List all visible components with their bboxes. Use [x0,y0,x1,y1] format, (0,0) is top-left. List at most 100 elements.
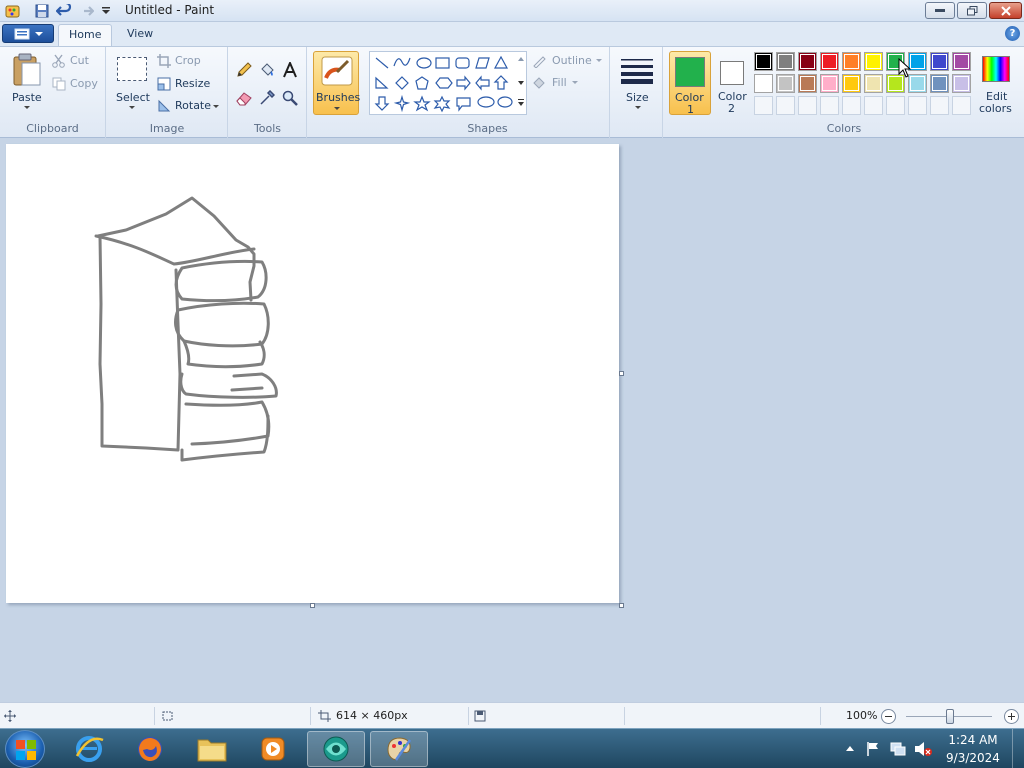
show-hidden-icons-icon[interactable] [846,745,854,751]
restore-button[interactable] [957,2,987,19]
magnifier-tool[interactable] [279,87,301,109]
polygon-shape [475,57,490,69]
resize-handle-right[interactable] [619,371,624,376]
custom-color-slot[interactable] [842,96,861,115]
custom-color-slot[interactable] [776,96,795,115]
start-button[interactable] [5,730,45,768]
file-explorer-taskbar-button[interactable] [183,731,241,767]
shapes-scroll[interactable] [516,53,526,113]
internet-explorer-taskbar-button[interactable] [60,731,118,767]
status-bar: 614 × 460px 100% [0,702,1024,728]
text-tool[interactable] [279,59,301,81]
canvas-size-icon [318,710,331,722]
custom-color-slot[interactable] [864,96,883,115]
ribbon-tabs: Home View ? [0,22,1024,46]
size-button[interactable]: Size [616,51,658,115]
action-center-flag-icon[interactable] [866,741,880,757]
tab-view[interactable]: View [117,24,163,46]
color-swatch[interactable] [798,74,817,93]
clock-time[interactable]: 1:24 AM [940,733,1006,747]
paint-taskbar-button[interactable] [370,731,428,767]
rotate-button[interactable]: Rotate [157,98,223,116]
zoom-in-button[interactable] [1004,709,1019,724]
paint-app-icon[interactable] [4,3,20,19]
minimize-button[interactable] [925,2,955,19]
crop-label: Crop [175,54,201,67]
color-swatch[interactable] [776,74,795,93]
drawing-canvas[interactable] [6,144,619,603]
show-desktop-button[interactable] [1012,729,1024,768]
paint-menu-button[interactable] [2,24,54,43]
drawing-strokes [94,196,278,462]
color-swatch[interactable] [776,52,795,71]
color-swatch[interactable] [930,52,949,71]
paste-label: Paste [12,91,42,104]
windows-logo-icon [16,740,36,760]
help-icon[interactable]: ? [1005,26,1020,41]
eraser-tool[interactable] [233,87,255,109]
select-icon [117,57,147,81]
save-icon[interactable] [34,3,50,19]
custom-color-slot[interactable] [886,96,905,115]
active-app-taskbar-button[interactable] [307,731,365,767]
copy-button[interactable]: Copy [52,76,102,94]
app-icon [323,736,349,762]
custom-color-slot[interactable] [820,96,839,115]
resize-handle-corner[interactable] [619,603,624,608]
color-swatch[interactable] [754,52,773,71]
media-player-taskbar-button[interactable] [244,731,302,767]
chevron-down-icon [596,59,602,62]
size-label: Size [626,91,649,104]
edit-colors-button[interactable]: Edit colors [976,51,1020,115]
custom-color-slot[interactable] [754,96,773,115]
color-swatch[interactable] [930,74,949,93]
clock-date[interactable]: 9/3/2024 [940,751,1006,765]
color-1-button[interactable]: Color 1 [669,51,711,116]
close-button[interactable] [989,2,1022,19]
outline-button[interactable]: Outline [532,53,608,71]
network-icon[interactable] [890,741,906,757]
color-2-button[interactable]: Color 2 [714,51,752,115]
rounded-rectangle-shape [455,57,470,69]
fill-button[interactable]: Fill [532,75,602,93]
resize-handle-bottom[interactable] [310,603,315,608]
color-palette [754,52,974,118]
shapes-gallery[interactable] [369,51,527,115]
fill-tool[interactable] [256,59,278,81]
resize-button[interactable]: Resize [157,76,217,94]
eraser-icon [236,92,252,106]
tab-home[interactable]: Home [58,24,113,46]
volume-muted-icon[interactable] [914,741,932,757]
select-button[interactable]: Select [111,51,151,113]
firefox-taskbar-button[interactable] [121,731,179,767]
color-swatch[interactable] [754,74,773,93]
color-swatch[interactable] [820,52,839,71]
color-swatch[interactable] [952,52,971,71]
customize-quick-access-icon[interactable] [98,3,114,19]
hexagon-shape [435,77,453,89]
brushes-button[interactable]: Brushes [313,51,360,115]
color-swatch[interactable] [798,52,817,71]
crop-button[interactable]: Crop [157,53,217,71]
undo-icon[interactable] [56,3,72,19]
cut-button[interactable]: Cut [52,53,102,71]
custom-color-slot[interactable] [908,96,927,115]
color-picker-tool[interactable] [256,87,278,109]
custom-color-slot[interactable] [952,96,971,115]
redo-icon[interactable] [78,3,94,19]
color-swatch[interactable] [820,74,839,93]
tools-group: Tools [229,47,307,139]
custom-color-slot[interactable] [930,96,949,115]
color-swatch[interactable] [952,74,971,93]
color-2-swatch [720,61,744,85]
color-swatch[interactable] [864,74,883,93]
color-swatch[interactable] [842,52,861,71]
zoom-out-button[interactable] [881,709,896,724]
color-swatch[interactable] [842,74,861,93]
zoom-slider-thumb[interactable] [946,709,954,724]
color-swatch[interactable] [864,52,883,71]
paste-button[interactable]: Paste [6,51,48,113]
pencil-tool[interactable] [233,59,255,81]
custom-color-slot[interactable] [798,96,817,115]
magnifier-icon [282,90,298,106]
